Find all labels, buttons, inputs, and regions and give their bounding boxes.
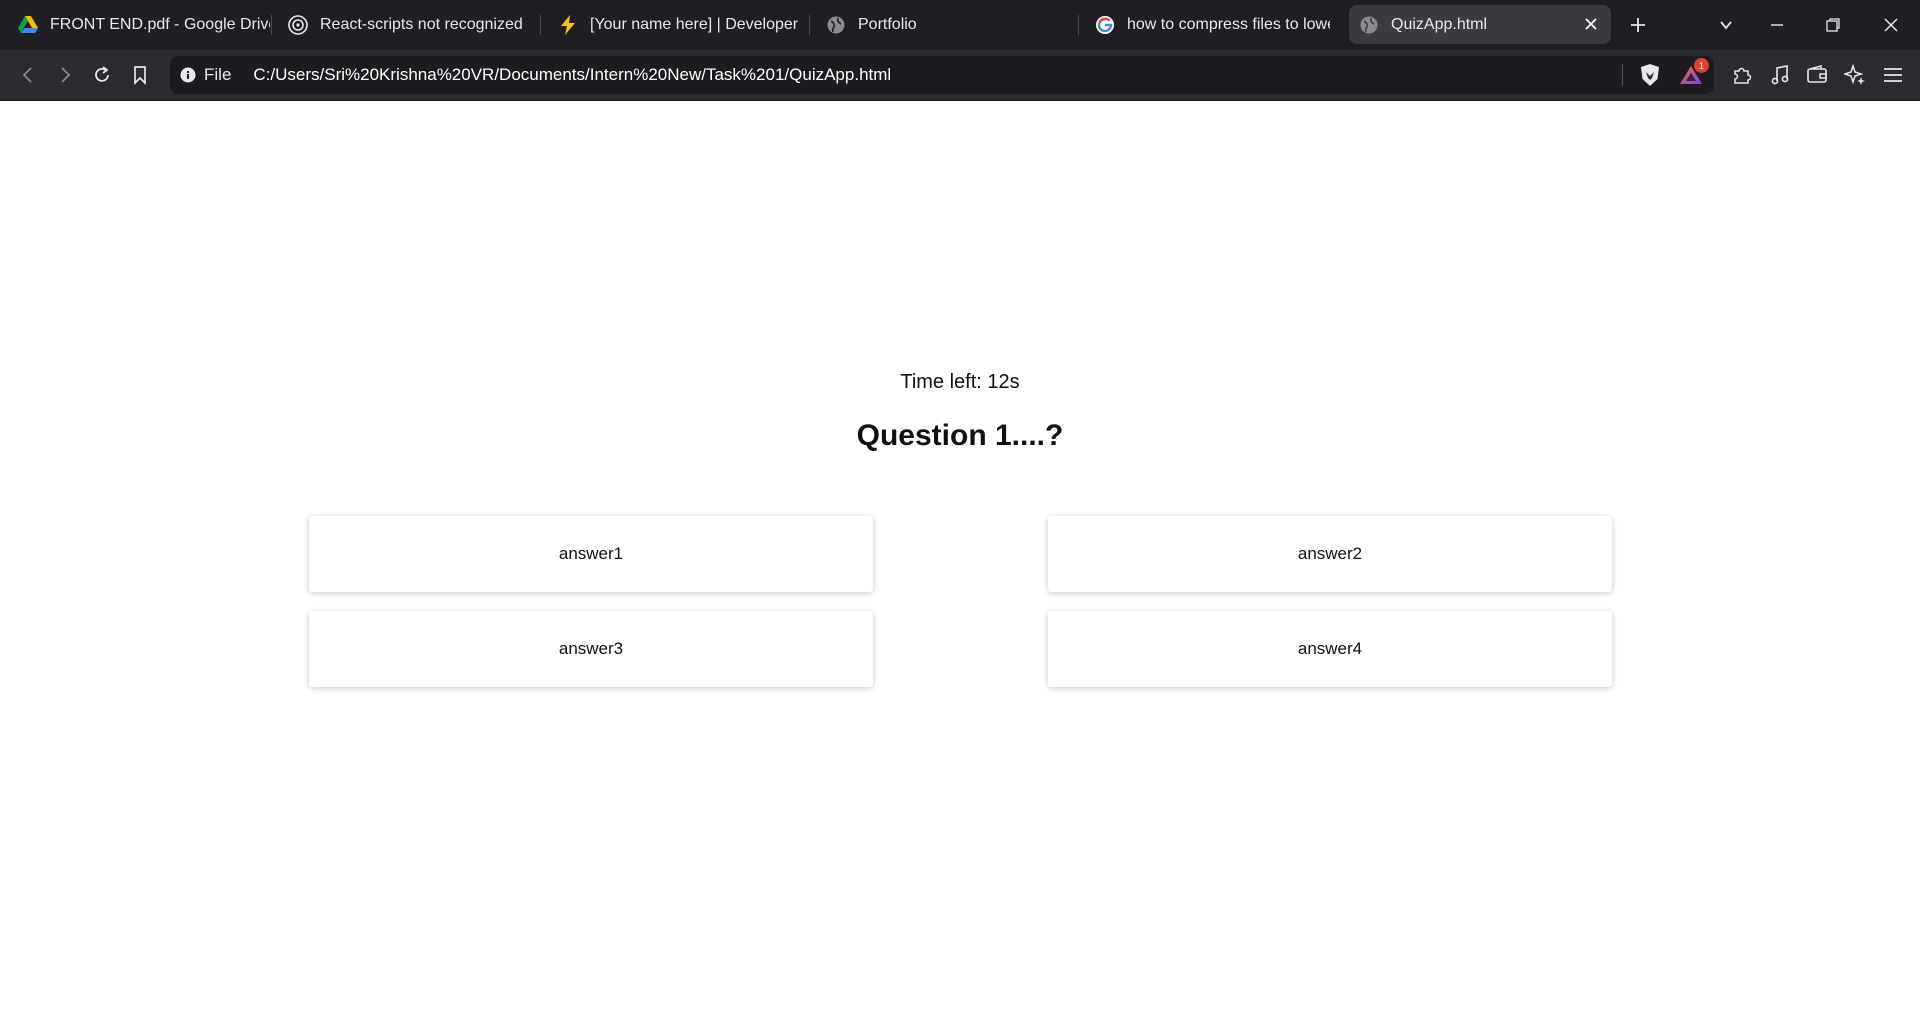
site-info-button[interactable]: File — [180, 65, 231, 85]
tab-separator — [540, 15, 541, 35]
wallet-icon — [1807, 65, 1827, 83]
answer-button-4[interactable]: answer4 — [1048, 611, 1612, 687]
tab-compress-files[interactable]: how to compress files to lower — [1085, 5, 1330, 44]
close-tab-icon[interactable] — [1581, 14, 1601, 34]
tab-title: [Your name here] | Developer — [590, 15, 799, 33]
timer-text: Time left: 12s — [900, 371, 1020, 393]
reload-icon — [95, 66, 109, 82]
minimize-button[interactable] — [1762, 10, 1792, 40]
google-icon — [1095, 15, 1115, 35]
tab-search-button[interactable] — [1711, 10, 1741, 40]
answer-button-2[interactable]: answer2 — [1048, 516, 1612, 592]
new-tab-button[interactable] — [1623, 10, 1653, 40]
tab-separator — [1078, 15, 1079, 35]
wallet-button[interactable] — [1802, 60, 1832, 90]
tab-title: FRONT END.pdf - Google Drive — [50, 15, 270, 33]
tab-separator — [271, 15, 272, 35]
question-text: Question 1....? — [856, 419, 1064, 452]
rewards-badge: 1 — [1694, 58, 1709, 73]
arrow-back-icon — [22, 67, 32, 83]
browser-toolbar: File C:/Users/Sri%20Krishna%20VR/Documen… — [0, 50, 1920, 101]
menu-button[interactable] — [1878, 60, 1908, 90]
arrow-forward-icon — [61, 67, 71, 83]
tab-title: QuizApp.html — [1391, 15, 1488, 33]
bookmark-icon — [134, 66, 146, 85]
tab-strip: FRONT END.pdf - Google Drive React-scrip… — [0, 0, 1920, 50]
music-note-icon — [1771, 65, 1789, 85]
url-text[interactable]: C:/Users/Sri%20Krishna%20VR/Documents/In… — [253, 65, 891, 85]
tab-portfolio[interactable]: Portfolio — [816, 5, 1076, 44]
globe-icon — [826, 15, 846, 35]
leo-ai-button[interactable] — [1840, 60, 1870, 90]
brave-shield-icon[interactable] — [1638, 63, 1662, 87]
restore-button[interactable] — [1818, 10, 1848, 40]
media-button[interactable] — [1765, 60, 1795, 90]
answer-button-1[interactable]: answer1 — [309, 516, 873, 592]
close-icon — [1884, 18, 1898, 32]
tab-developer[interactable]: [Your name here] | Developer — [548, 5, 808, 44]
tab-quizapp[interactable]: QuizApp.html — [1349, 5, 1611, 44]
answer-button-3[interactable]: answer3 — [309, 611, 873, 687]
page-content: Time left: 12s Question 1....? answer1 a… — [0, 101, 1920, 1020]
address-bar[interactable]: File C:/Users/Sri%20Krishna%20VR/Documen… — [170, 56, 1714, 94]
close-window-button[interactable] — [1876, 10, 1906, 40]
forward-button[interactable] — [50, 60, 80, 90]
chevron-down-icon — [1720, 21, 1732, 30]
globe-icon — [1359, 15, 1379, 35]
tab-title: React-scripts not recognized — [320, 15, 523, 33]
plus-icon — [1631, 18, 1645, 32]
url-divider — [1622, 64, 1623, 86]
openai-icon — [288, 14, 308, 35]
puzzle-icon — [1734, 67, 1752, 84]
bookmark-button[interactable] — [125, 60, 155, 90]
google-drive-icon — [18, 15, 38, 35]
tab-google-drive[interactable]: FRONT END.pdf - Google Drive — [8, 5, 270, 44]
tab-react-scripts[interactable]: React-scripts not recognized — [278, 5, 538, 44]
hamburger-menu-icon — [1884, 68, 1902, 82]
tab-title: Portfolio — [858, 15, 917, 33]
minimize-icon — [1771, 24, 1783, 26]
reload-button[interactable] — [87, 60, 117, 90]
tab-title: how to compress files to lower — [1127, 15, 1330, 33]
site-info-label: File — [204, 65, 232, 84]
lightning-icon — [558, 14, 578, 35]
extensions-button[interactable] — [1727, 60, 1757, 90]
restore-icon — [1826, 18, 1840, 32]
info-icon — [180, 67, 196, 83]
back-button[interactable] — [13, 60, 43, 90]
sparkle-icon — [1844, 64, 1865, 85]
tab-separator — [809, 15, 810, 35]
